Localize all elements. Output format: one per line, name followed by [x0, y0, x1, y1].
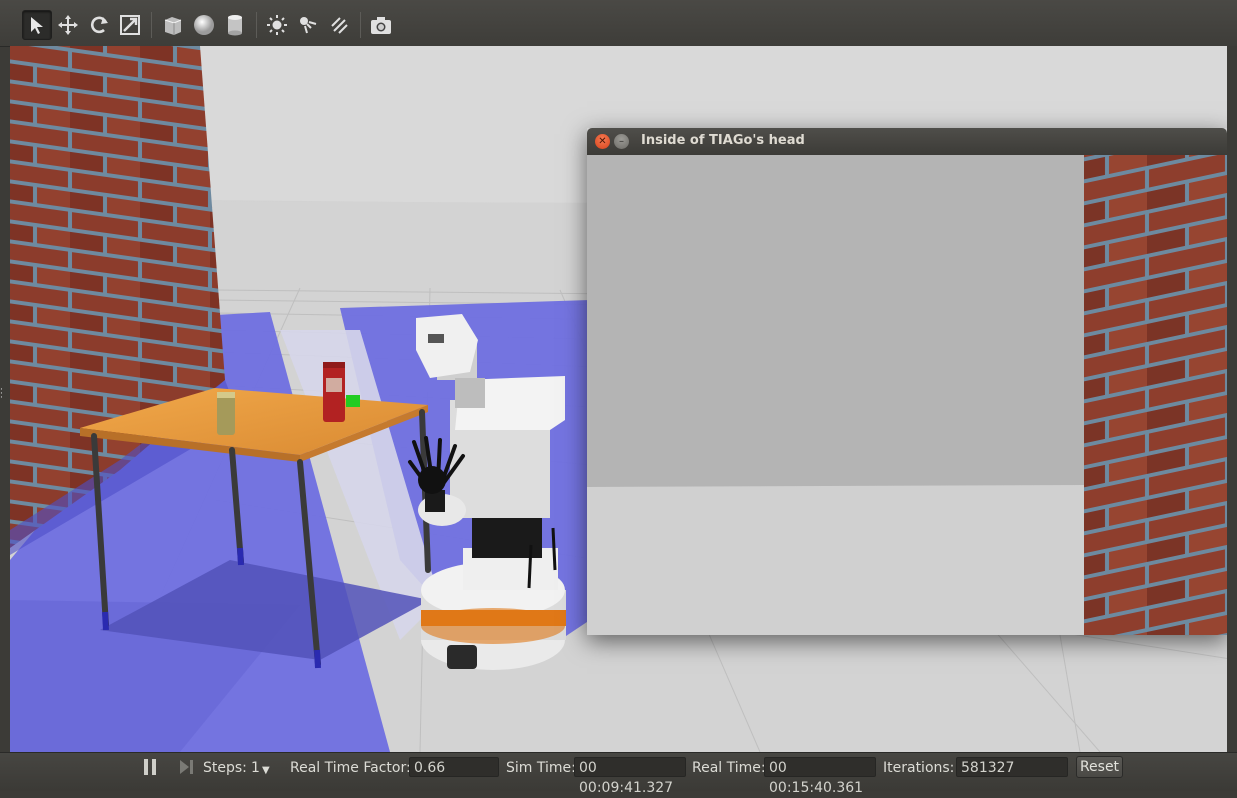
steps-value[interactable]: 1 [251, 758, 260, 778]
sim-time-label: Sim Time: [506, 760, 576, 776]
directional-light-icon [331, 17, 348, 34]
toolbar-separator [256, 12, 257, 38]
sphere-icon [194, 15, 214, 35]
translate-mode-button[interactable] [53, 10, 83, 40]
real-time-factor-field: 0.66 [409, 757, 499, 777]
chevron-down-icon[interactable]: ▼ [262, 761, 270, 781]
sphere-shape-button[interactable] [189, 10, 219, 40]
camera-window-titlebar[interactable]: ✕ – Inside of TIAGo's head [587, 128, 1227, 155]
sun-icon [267, 15, 287, 35]
step-button[interactable] [178, 757, 196, 777]
move-arrows-icon [58, 15, 78, 35]
camera-image [587, 155, 1227, 635]
rotate-mode-button[interactable] [84, 10, 114, 40]
directional-light-button[interactable] [324, 10, 354, 40]
toolbar-separator [151, 12, 152, 38]
close-icon: ✕ [598, 135, 607, 147]
status-bar: Steps: 1 ▼ Real Time Factor: 0.66 Sim Ti… [0, 752, 1237, 796]
minimize-icon: – [619, 135, 624, 147]
cylinder-icon [228, 15, 242, 36]
rotate-icon [91, 16, 108, 34]
scale-icon [120, 15, 140, 35]
arrow-cursor-icon [31, 17, 43, 34]
camera-window-title: Inside of TIAGo's head [641, 133, 805, 148]
spot-light-button[interactable] [293, 10, 323, 40]
close-window-button[interactable]: ✕ [595, 134, 610, 149]
toolbar [0, 0, 1237, 47]
pause-button[interactable] [142, 757, 158, 777]
step-forward-icon [180, 760, 193, 774]
camera-icon [371, 17, 391, 34]
real-time-field: 00 00:15:40.361 [764, 757, 876, 796]
steps-label: Steps: [203, 760, 247, 776]
real-time-label: Real Time: [692, 760, 766, 776]
spot-light-icon [300, 17, 317, 34]
reset-button[interactable]: Reset [1076, 756, 1123, 778]
scene-viewport[interactable]: ✕ – Inside of TIAGo's head [10, 46, 1237, 752]
window-border [1227, 46, 1237, 752]
iterations-label: Iterations: [883, 760, 955, 776]
camera-view-window[interactable]: ✕ – Inside of TIAGo's head [587, 128, 1227, 635]
select-mode-button[interactable] [22, 10, 52, 40]
scale-mode-button[interactable] [115, 10, 145, 40]
camera-feed [587, 155, 1227, 635]
box-icon [164, 17, 182, 35]
cylinder-shape-button[interactable] [220, 10, 250, 40]
iterations-field: 581327 [956, 757, 1068, 777]
panel-resize-handle[interactable]: · · · [0, 386, 6, 403]
sim-time-field: 00 00:09:41.327 [574, 757, 686, 796]
minimize-window-button[interactable]: – [614, 134, 629, 149]
screenshot-button[interactable] [366, 10, 396, 40]
point-light-button[interactable] [262, 10, 292, 40]
pause-icon [144, 759, 156, 775]
box-shape-button[interactable] [158, 10, 188, 40]
real-time-factor-label: Real Time Factor: [290, 760, 411, 776]
toolbar-separator [360, 12, 361, 38]
